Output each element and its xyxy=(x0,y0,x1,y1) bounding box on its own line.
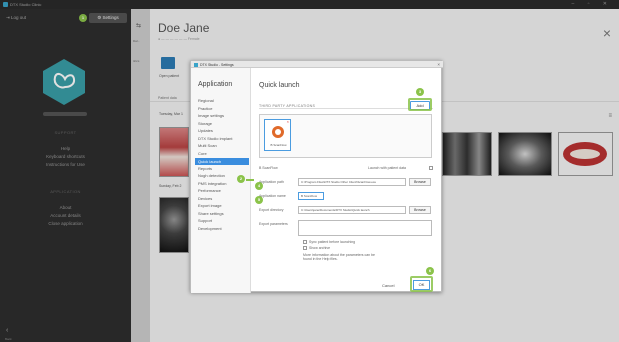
nav-item-regional[interactable]: Regional xyxy=(198,98,214,103)
nav-item-development[interactable]: Development xyxy=(198,226,222,231)
step-badge-5: 5 xyxy=(255,196,263,204)
nav-item-image-settings[interactable]: Image settings xyxy=(198,113,224,118)
panel-heading: Quick launch xyxy=(259,82,300,89)
show-archive-label: Show archive xyxy=(309,246,331,250)
nav-item-storage[interactable]: Storage xyxy=(198,121,212,126)
nav-item-reports[interactable]: Reports xyxy=(198,166,212,171)
side-strip: ⇆ Dal - ttrics xyxy=(131,9,150,342)
intraoral-photo-thumbnail[interactable] xyxy=(159,127,189,177)
date-header-2: Sunday, Feb 2 xyxy=(159,184,182,188)
dialog-titlebar: DTX Studio - Settings × xyxy=(191,61,443,68)
instructions-link[interactable]: Instructions for Use xyxy=(0,162,131,167)
parameters-info-text: More information about the parameters ca… xyxy=(303,253,375,261)
application-name-label: Application name xyxy=(259,194,286,198)
nav-heading: Application xyxy=(198,81,233,88)
app-tile-label: B ScanFlow xyxy=(270,143,287,147)
browse-button-path[interactable]: Browse xyxy=(409,178,431,186)
nav-item-multi-scan[interactable]: Multi Scan xyxy=(198,143,217,148)
export-parameters-field[interactable] xyxy=(298,220,432,236)
strip-label-1: Dal - xyxy=(133,39,140,43)
swap-icon[interactable]: ⇆ xyxy=(136,22,141,29)
application-section-title: APPLICATION xyxy=(50,189,81,194)
open-patient-label[interactable]: Open patient xyxy=(159,74,179,78)
close-icon[interactable]: × xyxy=(603,25,611,41)
remove-app-icon[interactable]: × xyxy=(287,119,289,124)
close-application-link[interactable]: Close application xyxy=(0,221,131,226)
window-controls[interactable]: – ▫ ✕ xyxy=(571,1,613,7)
selected-app-name: B ScanFlow xyxy=(259,166,278,170)
nav-item-updates[interactable]: Updates xyxy=(198,128,213,133)
app-tile-scanflow[interactable]: × B ScanFlow xyxy=(264,119,291,151)
show-archive-checkbox[interactable] xyxy=(303,246,307,250)
folder-icon[interactable] xyxy=(161,57,175,69)
third-party-apps-list: × B ScanFlow xyxy=(259,114,432,158)
sync-patient-checkbox[interactable] xyxy=(303,240,307,244)
nav-item-devices[interactable]: Devices xyxy=(198,196,212,201)
quick-launch-panel: Quick launch THIRD PARTY APPLICATIONS Ad… xyxy=(252,68,443,293)
step-badge-4: 4 xyxy=(255,182,263,190)
dialog-title: DTX Studio - Settings xyxy=(200,62,234,67)
dialog-app-icon xyxy=(194,62,198,67)
cancel-button[interactable]: Cancel xyxy=(382,283,394,288)
nav-item-practice[interactable]: Practice xyxy=(198,106,212,111)
back-label: Back xyxy=(5,337,12,341)
panoramic-thumbnail[interactable] xyxy=(498,132,552,176)
patient-details: ● — — — — — — Female xyxy=(158,37,200,41)
logout-button[interactable]: ⇥ Log out xyxy=(6,15,26,21)
nav-item-share-settings[interactable]: Share settings xyxy=(198,211,224,216)
tab-patient-data[interactable]: Patient data xyxy=(158,96,177,100)
step-arrow xyxy=(246,179,254,181)
radiograph-thumbnail-1[interactable] xyxy=(442,132,492,176)
settings-dialog: DTX Studio - Settings × Application Regi… xyxy=(190,60,443,293)
divider xyxy=(259,108,433,109)
step-badge-6: 6 xyxy=(426,267,434,275)
nav-item-core[interactable]: Core xyxy=(198,151,207,156)
jaw-model-icon xyxy=(563,142,607,166)
application-path-field[interactable]: C:\Program Files\DTX Studio Other Client… xyxy=(298,178,406,186)
application-name-field[interactable]: B ScanFlow xyxy=(298,192,324,200)
support-section-title: SUPPORT xyxy=(54,130,77,135)
app-icon xyxy=(3,2,8,7)
about-link[interactable]: About xyxy=(0,205,131,210)
scanflow-logo-icon xyxy=(272,126,284,138)
export-directory-label: Export directory xyxy=(259,208,284,212)
export-parameters-label: Export parameters xyxy=(259,222,288,226)
ok-button[interactable]: OK xyxy=(413,280,430,290)
step-badge-2: 2 xyxy=(237,175,245,183)
sync-patient-label: Sync patient before launching xyxy=(309,240,356,244)
model-scan-thumbnail[interactable] xyxy=(558,132,613,176)
date-header-1: Tuesday, Mar 1 xyxy=(159,112,183,116)
browse-button-export[interactable]: Browse xyxy=(409,206,431,214)
back-arrow-icon[interactable]: ‹ xyxy=(6,327,8,334)
keyboard-shortcuts-link[interactable]: Keyboard shortcuts xyxy=(0,154,131,159)
user-name-placeholder xyxy=(43,112,87,116)
nav-item-quick-launch[interactable]: Quick launch xyxy=(195,158,249,165)
window-titlebar: DTX Studio Clinic – ▫ ✕ xyxy=(0,0,619,9)
nav-item-nogh-detection[interactable]: Nogh detection xyxy=(198,173,225,178)
sidebar: ⇥ Log out 1 ⚙ Settings SUPPORT Help Keyb… xyxy=(0,9,131,342)
launch-with-patient-checkbox[interactable] xyxy=(429,166,433,170)
export-directory-field[interactable]: C:\Users\jane\Documents\DTX Studio\Quick… xyxy=(298,206,406,214)
nav-item-performance[interactable]: Performance xyxy=(198,188,221,193)
nav-item-support[interactable]: Support xyxy=(198,218,212,223)
nav-item-export-image[interactable]: Export image xyxy=(198,203,222,208)
nav-item-dtx-studio-implant[interactable]: DTX Studio implant xyxy=(198,136,232,141)
application-path-label: Application path xyxy=(259,180,284,184)
strip-label-2: ttrics xyxy=(133,59,140,63)
app-logo xyxy=(43,59,85,105)
menu-icon[interactable]: ≡ xyxy=(608,113,612,119)
launch-with-patient-label: Launch with patient data xyxy=(368,166,406,170)
dialog-close-icon[interactable]: × xyxy=(437,62,440,67)
settings-button[interactable]: ⚙ Settings xyxy=(89,13,127,23)
add-button[interactable]: Add xyxy=(410,101,430,110)
step-badge-1: 1 xyxy=(79,14,87,22)
patient-name: Doe Jane xyxy=(158,21,210,35)
window-title: DTX Studio Clinic xyxy=(10,2,42,7)
step-badge-3: 3 xyxy=(416,88,424,96)
account-details-link[interactable]: Account details xyxy=(0,213,131,218)
xray-thumbnail[interactable] xyxy=(159,197,189,253)
nav-item-pms-integration[interactable]: PMS integration xyxy=(198,181,226,186)
help-link[interactable]: Help xyxy=(0,146,131,151)
